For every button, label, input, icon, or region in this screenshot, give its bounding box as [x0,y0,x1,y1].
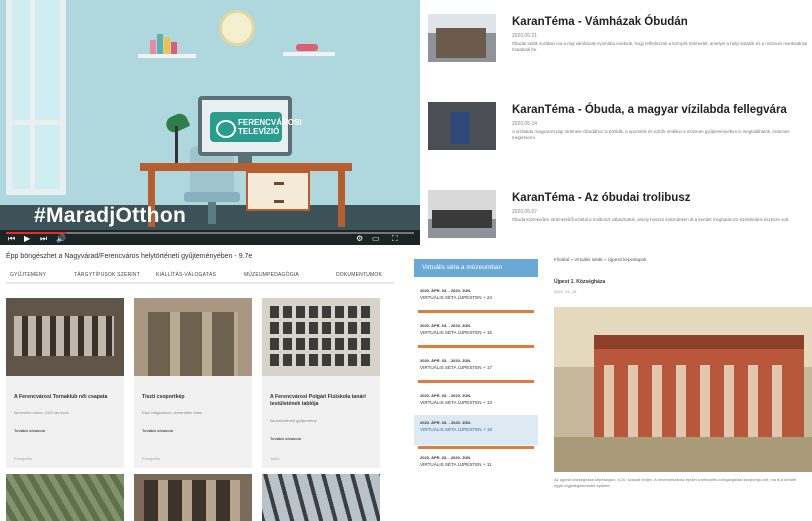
walk-item[interactable]: 2020. ÁPR. 03. - 2020. JÚN. VIRTUÁLIS SÉ… [414,388,538,418]
books-illustration [150,32,180,54]
article-item[interactable]: KaranTéma - Vámházak Óbudán 2020.05.21 Ó… [420,6,812,74]
video-progress-bar[interactable] [6,232,414,234]
fullscreen-icon[interactable]: ⛶ [392,234,398,244]
card-type: Fotográfia [142,456,161,461]
post-title: Újpest 1. Községháza [554,279,606,285]
collection-card[interactable]: Tiszti csoportkép Első világháború, isme… [134,298,252,468]
card-read-more[interactable]: Tovább olvasom [142,428,173,433]
card-type: Tabló [270,456,280,461]
card-meta: Ismeretlen fotós, 1920-as évek [14,410,69,415]
channel-logo: FERENCVÁROSI TELEVÍZIÓ [210,112,302,142]
article-thumbnail[interactable] [428,102,496,150]
skip-forward-icon[interactable]: ⏭ [40,234,47,244]
video-player[interactable]: FERENCVÁROSI TELEVÍZIÓ #MaradjOtthon ⏮ ▶… [0,0,420,245]
article-excerpt: Óbudai séták sorában ma a régi vámházak … [512,41,808,52]
monitor-illustration: FERENCVÁROSI TELEVÍZIÓ [198,96,302,156]
article-excerpt: Óbuda közlekedési történetéből ezúttal a… [512,217,790,222]
walk-item[interactable]: 2020. ÁPR. 03. - 2020. JÚN. VIRTUÁLIS SÉ… [414,318,538,348]
walk-title[interactable]: VIRTUÁLIS SÉTA ÚJPESTEN + 17 [420,364,532,372]
filter-collection[interactable]: Gyűjtemény [10,272,46,278]
card-title[interactable]: A Ferencvárosi Polgári Fiúiskola tanári … [270,394,374,408]
article-item[interactable]: KaranTéma - Óbuda, a magyar vízilabda fe… [420,94,812,162]
filter-bar: Gyűjtemény Tárgytípusok szerint Kiállítá… [6,272,394,284]
volume-icon[interactable]: 🔊 [56,234,66,244]
article-date: 2020.05.21 [512,33,538,39]
shelf-illustration [283,52,335,56]
desk-lamp-arm [175,126,178,164]
filter-education[interactable]: Múzeumpedagógia [244,272,299,278]
card-title[interactable]: A Ferencvárosi Tornaklub női csapata [14,394,118,401]
article-thumbnail[interactable] [428,190,496,238]
walk-item[interactable]: 2020. ÁPR. 03. - 2020. JÚN. VIRTUÁLIS SÉ… [414,283,538,313]
article-title[interactable]: KaranTéma - Az óbudai trolibusz [512,192,690,204]
walk-item-selected[interactable]: 2020. ÁPR. 03. - 2020. JÚN. VIRTUÁLIS SÉ… [414,415,538,449]
card-meta: Első világháború, ismeretlen fotós [142,410,203,415]
card-meta: Iskolatörténeti gyűjtemény [270,418,317,423]
card-title[interactable]: Tiszti csoportkép [142,394,246,401]
card-photo[interactable] [6,298,124,376]
video-hashtag: #MaradjOtthon [34,204,187,227]
desk-illustration [140,163,352,171]
collection-card-photo[interactable] [134,474,252,521]
breadcrumb[interactable]: Főoldal » Virtuális séták » Újpesti képe… [554,257,646,262]
card-type: Fotográfia [14,456,33,461]
article-excerpt: A vízilabda magyarországi története Óbud… [512,129,790,140]
desk-leg [338,171,345,227]
card-photo[interactable] [134,298,252,376]
article-title[interactable]: KaranTéma - Vámházak Óbudán [512,16,688,28]
collection-card[interactable]: A Ferencvárosi Tornaklub női csapata Ism… [6,298,124,468]
gallery-heading: Épp böngészhet a Nagyvárad/Ferencváros h… [6,253,253,260]
walk-title[interactable]: VIRTUÁLIS SÉTA ÚJPESTEN + 16 [420,329,532,337]
clock-illustration [219,10,255,46]
desk-drawers [246,171,310,211]
postcard-post: Főoldal » Virtuális séták » Újpesti képe… [548,255,812,521]
post-date: 2020. 04. 15. [554,289,578,294]
card-read-more[interactable]: Tovább olvasom [270,436,301,441]
walk-title[interactable]: VIRTUÁLIS SÉTA ÚJPESTEN + 13 [420,399,532,407]
video-controls[interactable]: ⏮ ▶ ⏭ 🔊 ⚙ ▭ ⛶ [0,230,420,245]
skip-back-icon[interactable]: ⏮ [8,234,15,244]
article-thumbnail[interactable] [428,14,496,62]
filter-object-type[interactable]: Tárgytípusok szerint [74,272,140,278]
walk-title[interactable]: VIRTUÁLIS SÉTA ÚJPESTEN + 19 [420,426,532,434]
collection-card[interactable]: A Ferencvárosi Polgári Fiúiskola tanári … [262,298,380,468]
walk-title[interactable]: VIRTUÁLIS SÉTA ÚJPESTEN + 24 [420,294,532,302]
walk-title[interactable]: VIRTUÁLIS SÉTA ÚJPESTEN + 11 [420,461,532,469]
post-caption: Az újpesti községháza képeslapon, a 20. … [554,477,797,488]
walk-list-heading: Virtuális séta a múzeumban [414,259,538,277]
article-date: 2020.05.07 [512,209,538,215]
virtual-walk-list: Virtuális séta a múzeumban 2020. ÁPR. 03… [410,255,542,521]
card-photo[interactable] [262,298,380,376]
article-item[interactable]: KaranTéma - Az óbudai trolibusz 2020.05.… [420,182,812,250]
chair-base [208,202,216,224]
play-icon[interactable]: ▶ [24,234,30,244]
window-illustration [6,0,66,195]
chair-seat [184,192,240,202]
filter-documents[interactable]: Dokumentumok [336,272,382,278]
captions-icon[interactable]: ▭ [372,234,380,244]
collection-card-photo[interactable] [262,474,380,521]
article-list: KaranTéma - Vámházak Óbudán 2020.05.21 Ó… [420,0,812,248]
collection-card-photo[interactable] [6,474,124,521]
card-read-more[interactable]: Tovább olvasom [14,428,45,433]
pen-illustration [296,44,318,51]
filter-exhibition[interactable]: Kiállítás-válogatás [156,272,216,278]
article-title[interactable]: KaranTéma - Óbuda, a magyar vízilabda fe… [512,104,787,116]
walk-item[interactable]: 2020. ÁPR. 03. - 2020. JÚN. VIRTUÁLIS SÉ… [414,450,538,476]
collection-gallery: Épp böngészhet a Nagyvárad/Ferencváros h… [0,248,400,521]
settings-icon[interactable]: ⚙ [356,234,363,244]
walk-item[interactable]: 2020. ÁPR. 03. - 2020. JÚN. VIRTUÁLIS SÉ… [414,353,538,383]
article-date: 2020.05.14 [512,121,538,127]
postcard-image[interactable] [554,307,812,472]
shelf-illustration [138,54,196,58]
